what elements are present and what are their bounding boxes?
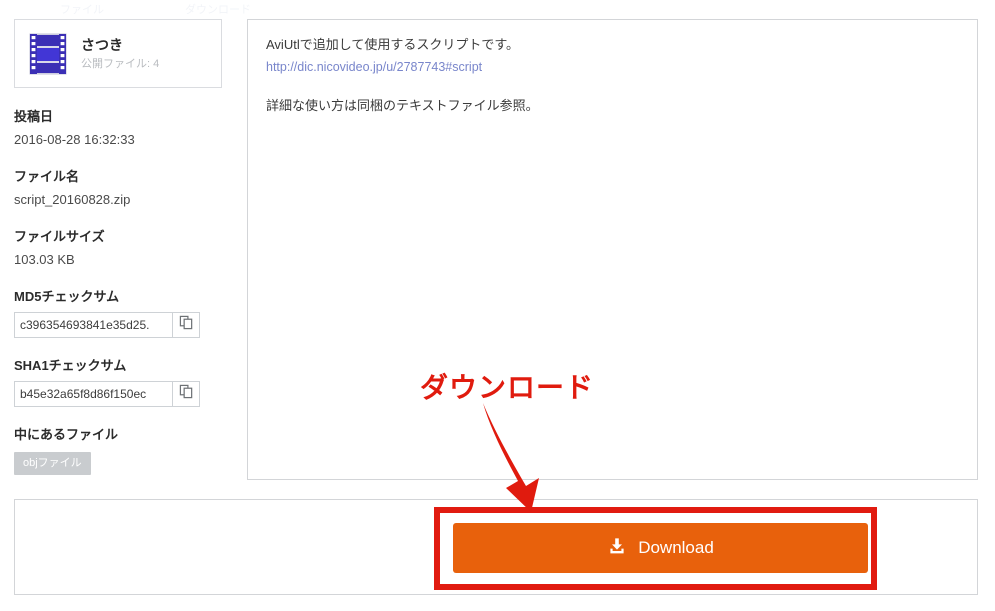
archive-contents-block: 中にあるファイル objファイル (14, 426, 234, 475)
md5-input[interactable] (14, 312, 172, 338)
film-strip-icon (23, 29, 73, 79)
filesize-value: 103.03 KB (14, 252, 75, 267)
copy-icon (179, 315, 194, 335)
md5-copy-button[interactable] (172, 312, 200, 338)
posted-date-label: 投稿日 (14, 109, 54, 124)
uploader-meta: さつき 公開ファイル: 4 (81, 36, 159, 72)
md5-label: MD5チェックサム (14, 289, 120, 304)
posted-date-block: 投稿日 2016-08-28 16:32:33 (14, 108, 234, 149)
uploader-name: さつき (81, 36, 123, 53)
filename-block: ファイル名 script_20160828.zip (14, 168, 234, 209)
file-type-tag: objファイル (14, 452, 91, 475)
ghost-fragment-1: ファイル (60, 4, 104, 14)
file-details-sidebar: さつき 公開ファイル: 4 投稿日 2016-08-28 16:32:33 ファ… (14, 19, 234, 475)
uploader-card[interactable]: さつき 公開ファイル: 4 (14, 19, 222, 88)
sha1-block: SHA1チェックサム (14, 357, 234, 407)
ghost-fragment-2: ダウンロード (185, 4, 251, 14)
filesize-block: ファイルサイズ 103.03 KB (14, 228, 234, 269)
md5-field-row (14, 312, 200, 338)
download-button-label: Download (638, 538, 714, 557)
download-icon (607, 536, 627, 561)
archive-contents-tags: objファイル (14, 452, 234, 475)
posted-date-value: 2016-08-28 16:32:33 (14, 132, 135, 147)
md5-block: MD5チェックサム (14, 288, 234, 338)
filename-label: ファイル名 (14, 169, 80, 184)
download-page: ファイル ダウンロード さつき 公開ファイル: 4 投稿日 2016-08-28… (0, 0, 995, 611)
top-cutoff-strip: ファイル ダウンロード (0, 0, 995, 14)
download-button[interactable]: Download (453, 523, 868, 573)
filename-value: script_20160828.zip (14, 192, 131, 207)
archive-contents-label: 中にあるファイル (14, 427, 119, 442)
description-link[interactable]: http://dic.nicovideo.jp/u/2787743#script (266, 56, 482, 78)
sha1-input[interactable] (14, 381, 172, 407)
uploader-public-files: 公開ファイル: 4 (81, 57, 160, 70)
filesize-label: ファイルサイズ (14, 229, 105, 244)
description-line-1: AviUtlで追加して使用するスクリプトです。 (266, 37, 520, 52)
copy-icon (179, 384, 194, 404)
description-panel: AviUtlで追加して使用するスクリプトです。 http://dic.nicov… (247, 19, 978, 480)
description-line-2: 詳細な使い方は同梱のテキストファイル参照。 (266, 98, 539, 113)
sha1-copy-button[interactable] (172, 381, 200, 407)
download-card: Download (14, 499, 978, 595)
sha1-label: SHA1チェックサム (14, 358, 127, 373)
sha1-field-row (14, 381, 200, 407)
